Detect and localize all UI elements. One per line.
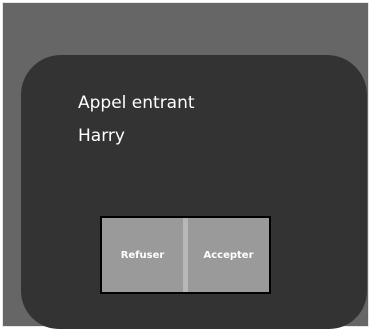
reject-call-button[interactable]: Refuser xyxy=(102,218,183,292)
caller-name: Harry xyxy=(78,126,125,146)
call-action-buttons: Refuser Accepter xyxy=(100,216,271,294)
accept-call-button[interactable]: Accepter xyxy=(188,218,269,292)
dialog-title: Appel entrant xyxy=(78,93,195,113)
incoming-call-dialog: Appel entrant Harry Refuser Accepter xyxy=(21,55,367,329)
phone-screen: Appel entrant Harry Refuser Accepter xyxy=(3,3,368,329)
